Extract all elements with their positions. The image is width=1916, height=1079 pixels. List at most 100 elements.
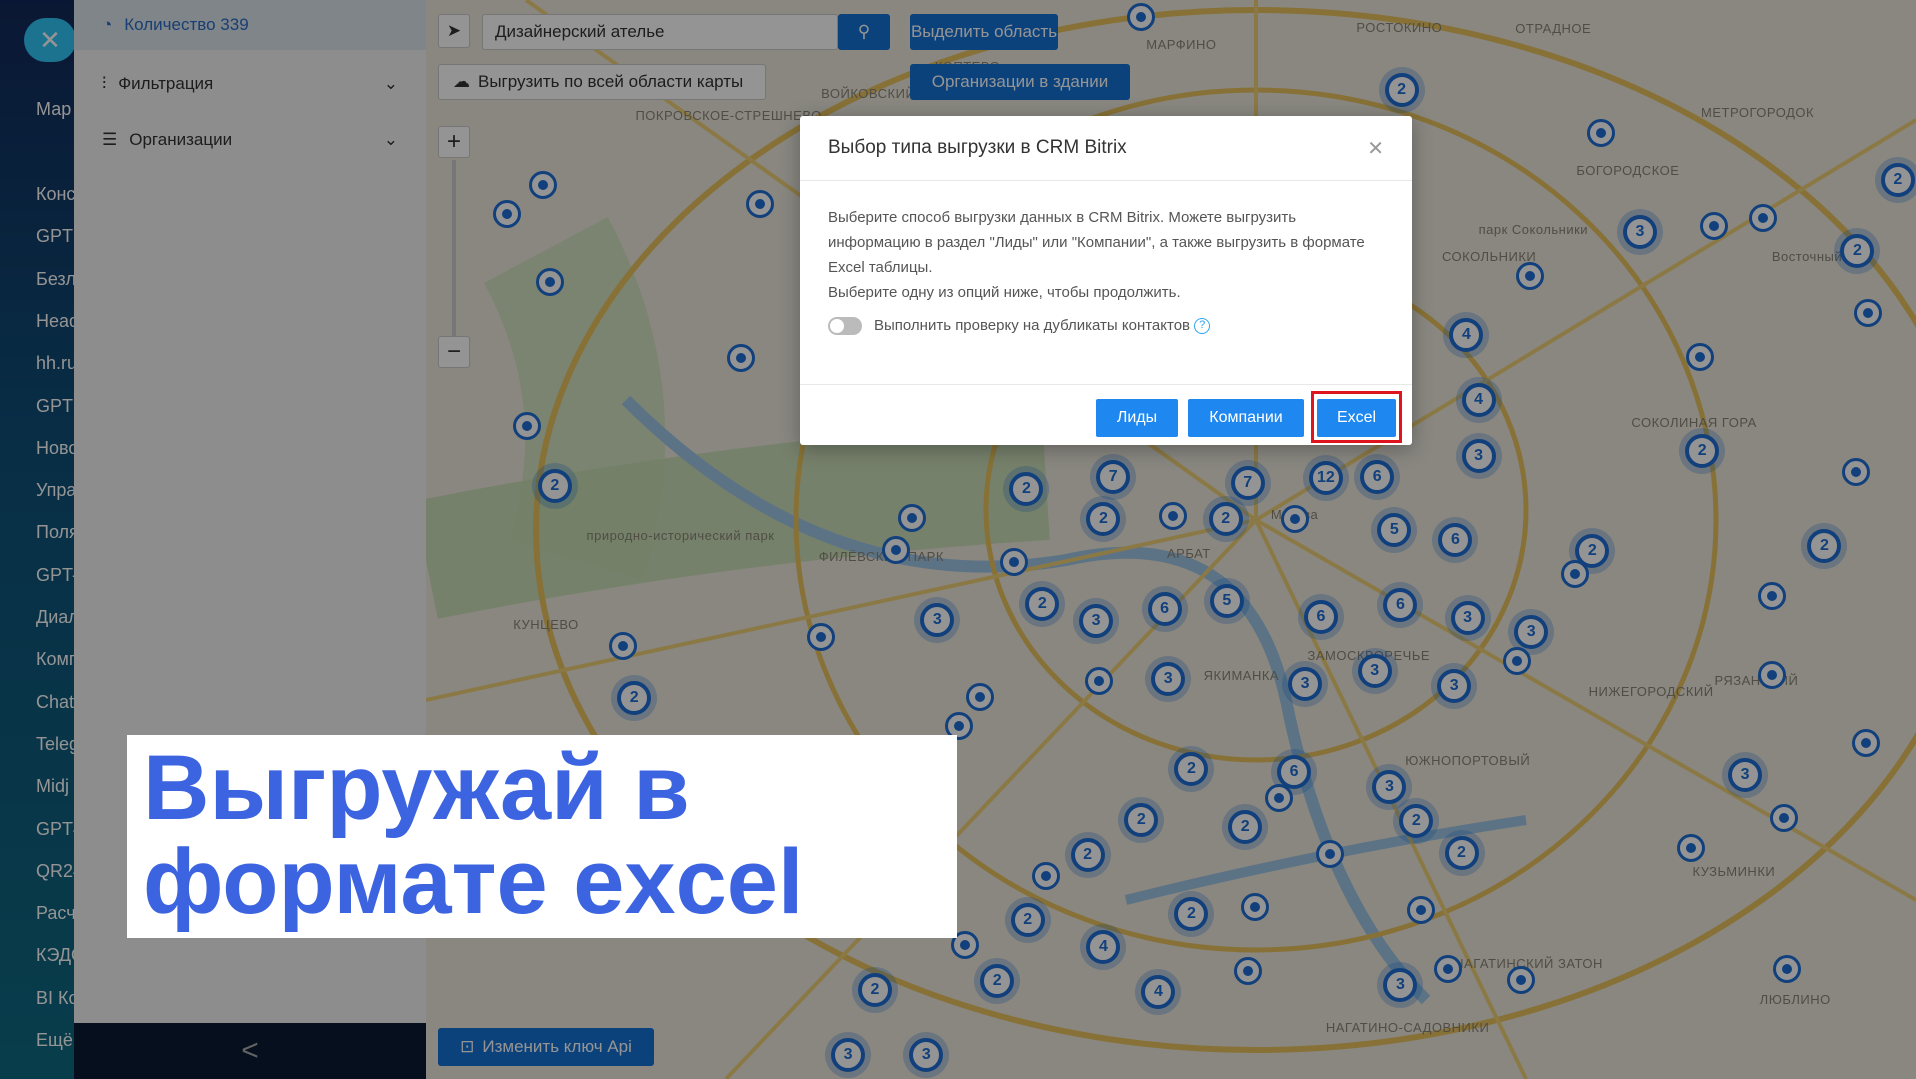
map-marker[interactable] [1502, 647, 1531, 676]
nav-item[interactable]: Ново [36, 437, 76, 459]
map-marker[interactable] [528, 170, 557, 199]
nav-item[interactable]: GPT4 [36, 818, 76, 840]
map-cluster[interactable]: 2 [1378, 67, 1425, 114]
nav-item[interactable]: Конс [36, 183, 76, 205]
map-cluster[interactable]: 3 [1431, 662, 1478, 709]
zoom-slider[interactable] [452, 160, 456, 336]
search-button[interactable]: ⚲ [838, 14, 890, 50]
map-marker[interactable] [1032, 862, 1061, 891]
nav-item[interactable]: Head [36, 310, 76, 332]
nav-item[interactable]: hh.ru [36, 352, 76, 374]
map-cluster[interactable]: 2 [1168, 745, 1215, 792]
map-marker[interactable] [1749, 203, 1778, 232]
nav-item[interactable]: Ещё [36, 1029, 76, 1051]
map-marker[interactable] [1851, 728, 1880, 757]
map-cluster[interactable]: 2 [1064, 832, 1111, 879]
nav-item[interactable]: Диал [36, 606, 76, 628]
map-cluster[interactable]: 7 [1090, 453, 1137, 500]
map-cluster[interactable]: 2 [1834, 227, 1881, 274]
map-marker[interactable] [966, 682, 995, 711]
nav-item[interactable]: Безл [36, 268, 76, 290]
map-cluster[interactable]: 3 [1455, 432, 1502, 479]
export-all-area-button[interactable]: ☁ Выгрузить по всей области карты [438, 64, 766, 100]
nav-item[interactable]: Teleg [36, 733, 76, 755]
map-cluster[interactable]: 6 [1377, 581, 1424, 628]
map-marker[interactable] [1842, 457, 1871, 486]
map-marker[interactable] [1233, 957, 1262, 986]
map-cluster[interactable]: 2 [1118, 796, 1165, 843]
map-cluster[interactable]: 4 [1455, 376, 1502, 423]
map-marker[interactable] [897, 504, 926, 533]
map-marker[interactable] [1757, 660, 1786, 689]
map-marker[interactable] [1315, 840, 1344, 869]
map-cluster[interactable]: 3 [1722, 751, 1769, 798]
nav-item[interactable]: Chat [36, 691, 76, 713]
map-marker[interactable] [726, 344, 755, 373]
nav-item[interactable]: Упра [36, 479, 76, 501]
map-marker[interactable] [1240, 892, 1269, 921]
map-marker[interactable] [493, 199, 522, 228]
map-cluster[interactable]: 3 [1377, 961, 1424, 1008]
map-cluster[interactable]: 6 [1141, 585, 1188, 632]
zoom-out-button[interactable]: − [438, 336, 470, 368]
map-cluster[interactable]: 3 [825, 1032, 872, 1078]
excel-button[interactable]: Excel [1317, 399, 1396, 437]
map-cluster[interactable]: 4 [1443, 311, 1490, 358]
map-marker[interactable] [1084, 666, 1113, 695]
map-cluster[interactable]: 2 [851, 966, 898, 1013]
map-cluster[interactable]: 3 [914, 596, 961, 643]
map-cluster[interactable]: 2 [1003, 465, 1050, 512]
select-area-button[interactable]: Выделить область [910, 14, 1058, 50]
map-cluster[interactable]: 3 [903, 1032, 950, 1078]
map-marker[interactable] [512, 412, 541, 441]
nav-item[interactable]: BI Ко [36, 987, 76, 1009]
change-api-key-button[interactable]: ⊡ Изменить ключ Api [438, 1028, 654, 1066]
organizations-section[interactable]: ☰ Организации ⌄ [74, 112, 426, 168]
map-cluster[interactable]: 2 [1019, 580, 1066, 627]
nav-item[interactable]: Поля [36, 521, 76, 543]
map-cluster[interactable]: 2 [1004, 897, 1051, 944]
close-slider-button[interactable]: ✕ [24, 18, 76, 62]
map-cluster[interactable]: 2 [531, 463, 578, 510]
map-cluster[interactable]: 6 [1297, 594, 1344, 641]
map-marker[interactable] [881, 535, 910, 564]
nav-item[interactable]: QR24 [36, 860, 76, 882]
map-cluster[interactable]: 5 [1203, 578, 1250, 625]
map-marker[interactable] [1685, 342, 1714, 371]
map-marker[interactable] [1772, 955, 1801, 984]
filter-section[interactable]: ⫶ Фильтрация ⌄ [74, 56, 426, 112]
nav-item[interactable]: GPT- [36, 564, 76, 586]
close-icon[interactable]: ✕ [1367, 136, 1384, 161]
map-marker[interactable] [1159, 501, 1188, 530]
map-cluster[interactable]: 3 [1351, 647, 1398, 694]
duplicate-check-toggle[interactable] [828, 317, 862, 336]
orgs-in-building-button[interactable]: Организации в здании [910, 64, 1130, 100]
map-cluster[interactable]: 6 [1354, 453, 1401, 500]
map-marker[interactable] [1434, 955, 1463, 984]
nav-item[interactable]: Комп [36, 648, 76, 670]
map-marker[interactable] [1770, 803, 1799, 832]
map-cluster[interactable]: 2 [1438, 829, 1485, 876]
map-marker[interactable] [535, 268, 564, 297]
help-icon[interactable]: ? [1194, 318, 1211, 335]
map-marker[interactable] [1586, 119, 1615, 148]
map-cluster[interactable]: 2 [1202, 496, 1249, 543]
nav-item[interactable]: Расч [36, 902, 76, 924]
map-cluster[interactable]: 3 [1616, 209, 1663, 256]
map-cluster[interactable]: 2 [611, 674, 658, 721]
map-cluster[interactable]: 12 [1302, 454, 1349, 501]
map-cluster[interactable]: 2 [1874, 156, 1916, 203]
search-input[interactable]: Дизайнерский ателье [482, 14, 838, 50]
geolocation-button[interactable]: ➤ [438, 14, 470, 48]
nav-item[interactable]: КЭДО [36, 944, 76, 966]
nav-item[interactable]: Midj [36, 775, 76, 797]
map-cluster[interactable]: 3 [1073, 597, 1120, 644]
map-cluster[interactable]: 3 [1444, 595, 1491, 642]
companies-button[interactable]: Компании [1188, 399, 1304, 437]
zoom-in-button[interactable]: + [438, 126, 470, 158]
nav-item[interactable]: GPT [36, 225, 76, 247]
collapse-panel-button[interactable]: < [74, 1023, 426, 1079]
map-marker[interactable] [1515, 262, 1544, 291]
map-marker[interactable] [746, 190, 775, 219]
nav-item[interactable]: Мар [36, 98, 76, 120]
